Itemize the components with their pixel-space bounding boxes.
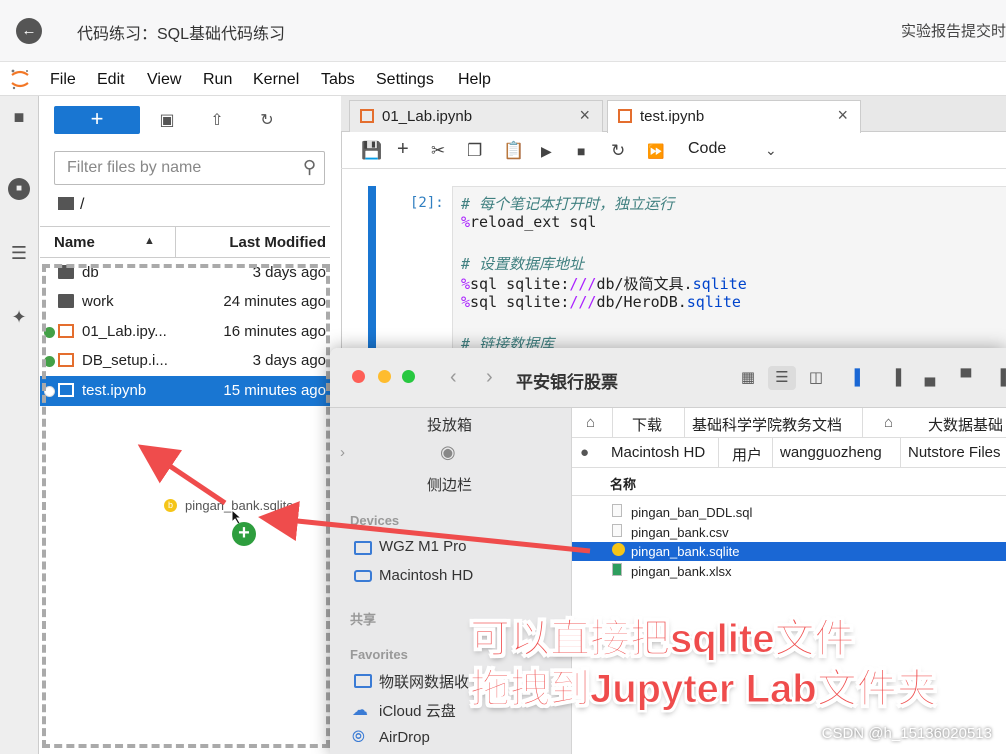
watermark: CSDN @h_15136020513	[821, 725, 992, 742]
arrow-to-dropzone	[137, 444, 227, 506]
arrow-from-finder	[258, 501, 591, 554]
annotation-arrows	[137, 444, 591, 554]
